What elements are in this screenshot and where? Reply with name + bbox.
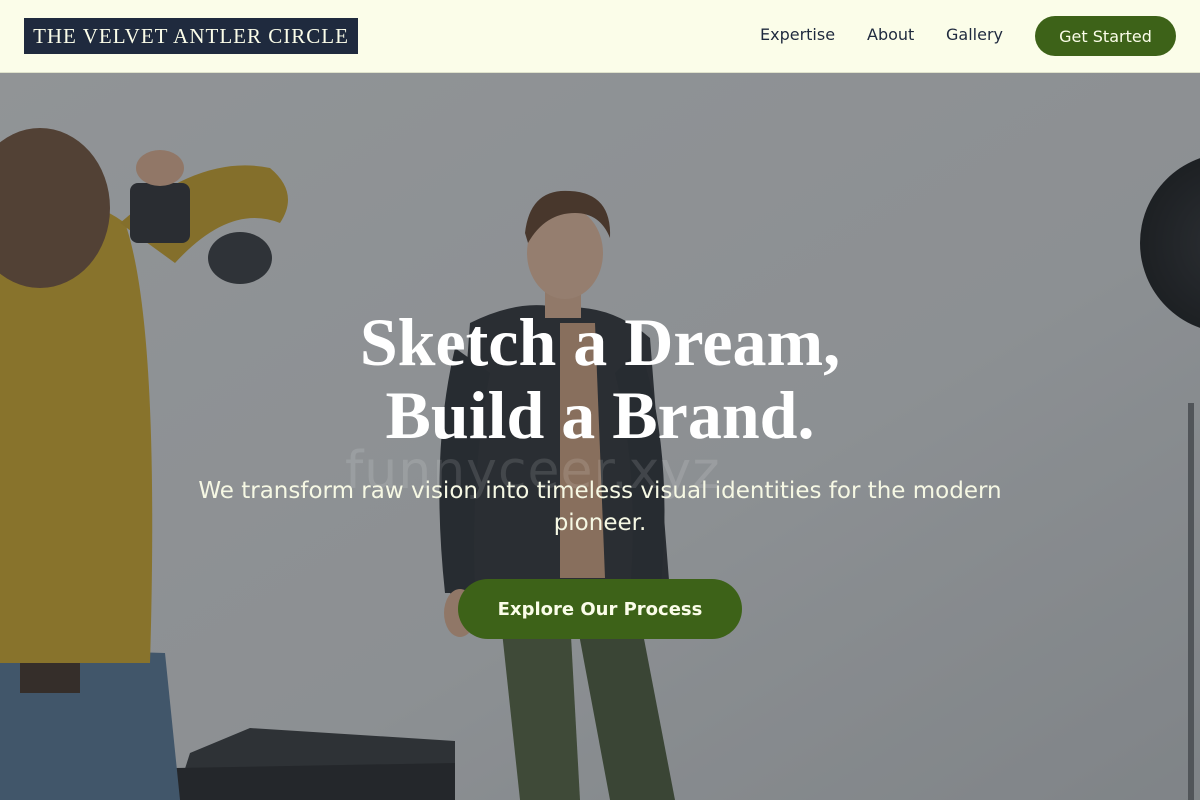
- hero-headline-line-1: Sketch a Dream,: [359, 304, 841, 380]
- hero-section: funnyceer.xyz Sketch a Dream, Build a Br…: [0, 73, 1200, 800]
- nav-link-about[interactable]: About: [867, 25, 914, 45]
- site-header: THE VELVET ANTLER CIRCLE Expertise About…: [0, 0, 1200, 73]
- hero-subtitle: We transform raw vision into timeless vi…: [198, 478, 1002, 536]
- brand-logo[interactable]: THE VELVET ANTLER CIRCLE: [24, 18, 358, 54]
- nav-link-gallery[interactable]: Gallery: [946, 25, 1003, 45]
- get-started-button[interactable]: Get Started: [1035, 16, 1176, 56]
- explore-process-button[interactable]: Explore Our Process: [458, 579, 742, 639]
- hero-headline: Sketch a Dream, Build a Brand.: [250, 306, 950, 452]
- hero-headline-line-2: Build a Brand.: [385, 377, 815, 453]
- nav-link-expertise[interactable]: Expertise: [760, 25, 835, 45]
